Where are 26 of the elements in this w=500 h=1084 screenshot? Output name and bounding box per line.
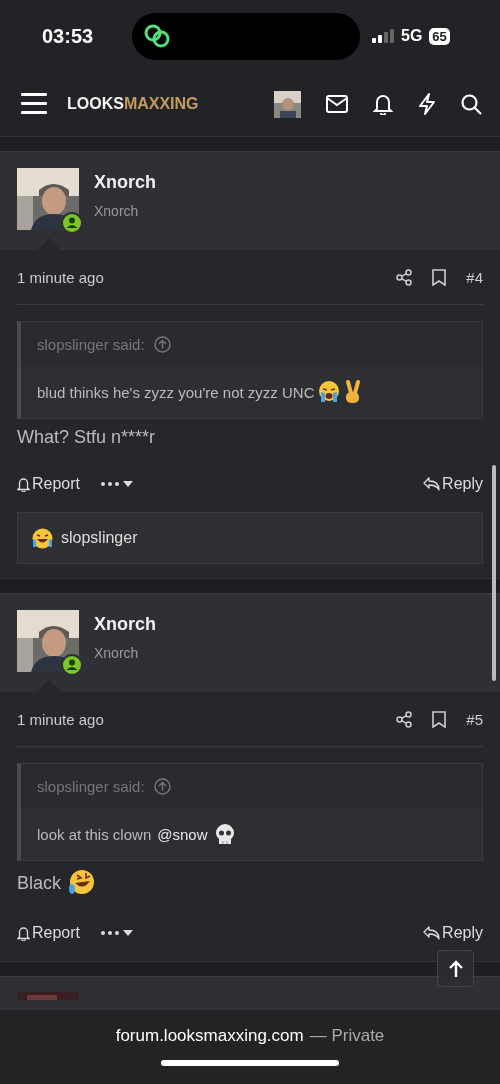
reaction-user[interactable]: slopslinger xyxy=(61,529,138,547)
post-time[interactable]: 1 minute ago xyxy=(17,710,104,728)
author-name[interactable]: Xnorch xyxy=(94,614,156,635)
url-text[interactable]: forum.looksmaxxing.com xyxy=(115,1026,304,1046)
post-number[interactable]: #5 xyxy=(466,710,483,728)
status-time: 03:53 xyxy=(42,24,95,48)
reply-button[interactable]: Reply xyxy=(423,475,483,493)
author-name[interactable]: Xnorch xyxy=(94,172,156,193)
post-time[interactable]: 1 minute ago xyxy=(17,268,104,286)
user-title: Xnorch xyxy=(94,203,140,219)
post-number[interactable]: #4 xyxy=(466,268,483,286)
post-text: Black xyxy=(17,872,61,894)
post-text: What? Stfu n****r xyxy=(17,427,156,448)
private-label: — Private xyxy=(309,1026,385,1046)
user-title: Xnorch xyxy=(94,645,140,661)
quote-text: look at this clown xyxy=(37,825,152,843)
battery-level: 65 xyxy=(429,27,450,45)
report-button[interactable]: Report xyxy=(17,475,81,493)
reaction-bar[interactable]: slopslinger xyxy=(17,512,483,564)
logo-text[interactable]: LOOKS xyxy=(67,95,124,113)
quote-text: blud thinks he's zyzz you're not zyzz UNC xyxy=(37,383,315,401)
logo-text[interactable]: MAXXING xyxy=(123,95,199,113)
network-label: 5G xyxy=(401,27,423,45)
user-mention[interactable]: @snow xyxy=(157,825,208,843)
report-button[interactable]: Report xyxy=(17,924,81,942)
reply-button[interactable]: Reply xyxy=(423,924,483,942)
